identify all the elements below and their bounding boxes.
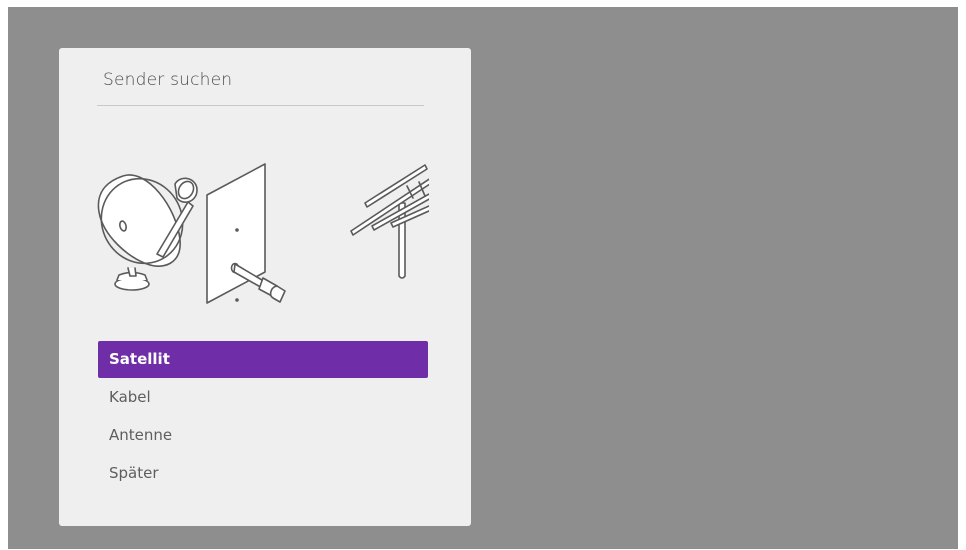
menu-item-kabel[interactable]: Kabel [98,379,428,416]
menu-item-spaeter[interactable]: Später [98,455,428,492]
tv-screen: Sender suchen Satellit Kabel Antenne Spä… [8,7,958,549]
signal-source-menu: Satellit Kabel Antenne Später [98,341,428,493]
menu-item-satellit[interactable]: Satellit [98,341,428,378]
dialog-title: Sender suchen [103,70,233,90]
channel-scan-dialog: Sender suchen Satellit Kabel Antenne Spä… [59,48,471,526]
title-divider [97,105,424,106]
satellite-dish-icon [97,174,198,291]
tv-antenna-icon [350,164,429,279]
signal-source-illustration [97,163,429,304]
menu-item-antenne[interactable]: Antenne [98,417,428,454]
coax-wall-plate-icon [206,163,286,304]
